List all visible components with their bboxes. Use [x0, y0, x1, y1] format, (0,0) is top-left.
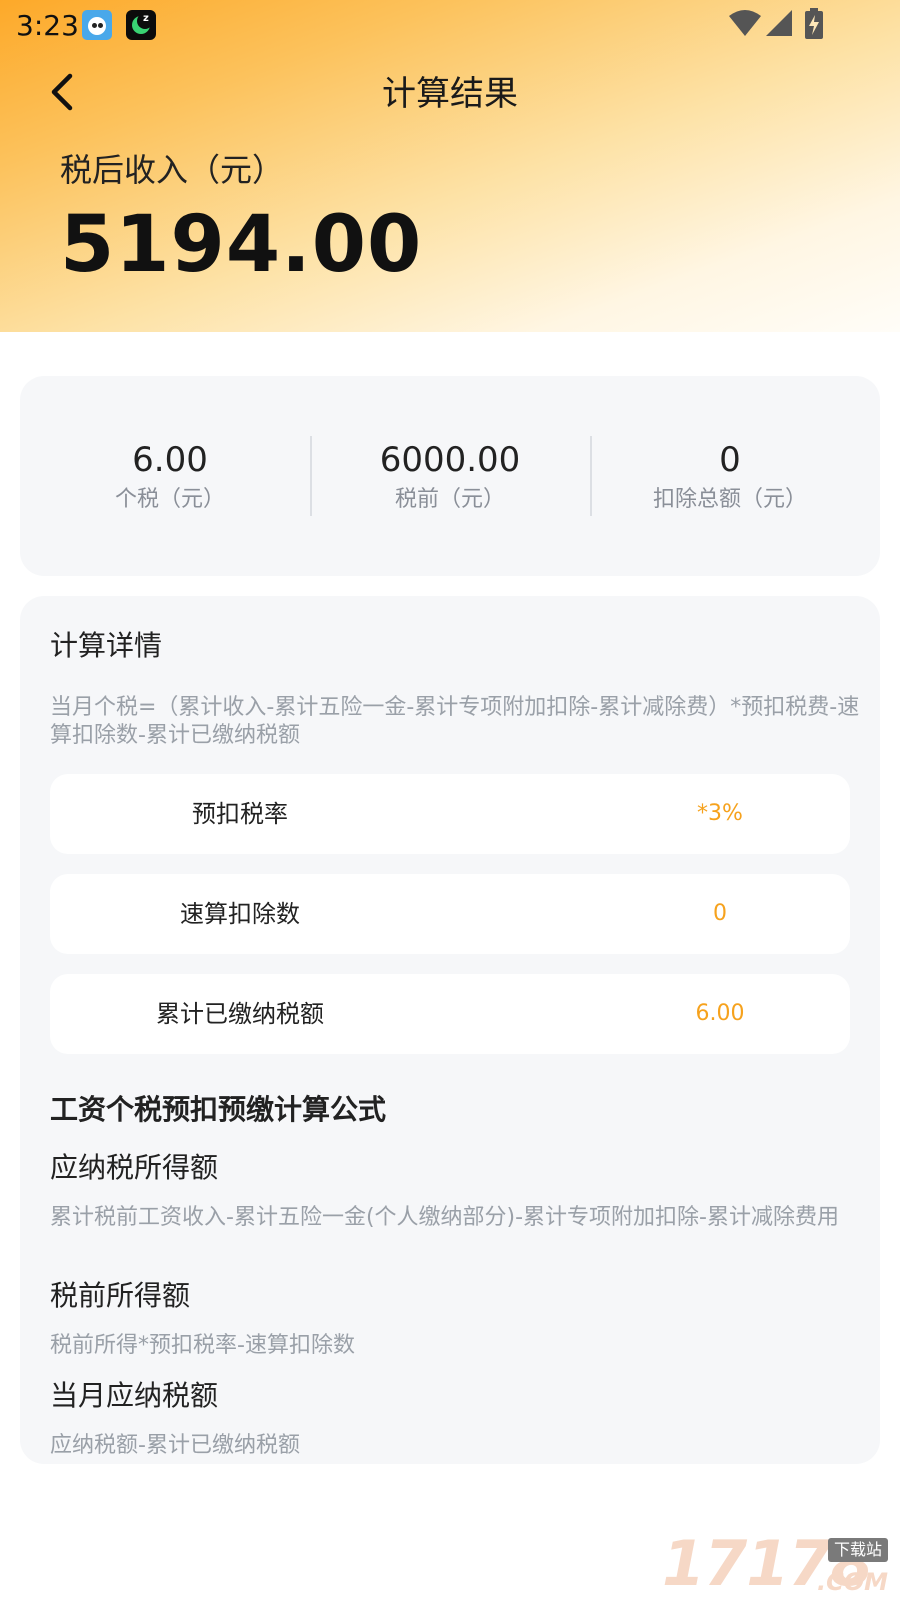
system-icons: [728, 8, 848, 40]
formula-item-title: 当月应纳税额: [50, 1379, 219, 1412]
details-title: 计算详情: [50, 629, 163, 662]
summary-tax-label: 个税（元）: [114, 487, 225, 512]
watermark-suffix: .COM: [816, 1568, 888, 1596]
page-title: 计算结果: [382, 74, 518, 114]
detail-row-value: *3%: [697, 801, 743, 826]
detail-row-label: 速算扣除数: [180, 900, 300, 928]
formula-section-title: 工资个税预扣预缴计算公式: [50, 1093, 387, 1126]
detail-row-quick-deduction: 速算扣除数 0: [50, 874, 850, 954]
after-tax-income-value: 5194.00: [60, 200, 423, 290]
summary-deduction: 0 扣除总额（元）: [590, 438, 870, 516]
site-watermark-logo: 17178 下载站 .COM: [662, 1532, 892, 1596]
detail-row-paid-tax: 累计已缴纳税额 6.00: [50, 974, 850, 1054]
formula-item-desc: 累计税前工资收入-累计五险一金(个人缴纳部分)-累计专项附加扣除-累计减除费用: [50, 1205, 839, 1230]
summary-card: 6.00 个税（元） 6000.00 税前（元） 0 扣除总额（元）: [20, 376, 880, 576]
summary-tax: 6.00 个税（元）: [30, 438, 310, 516]
status-time: 3:23: [16, 9, 79, 42]
details-card: 计算详情 当月个税=（累计收入-累计五险一金-累计专项附加扣除-累计减除费）*预…: [20, 596, 880, 1464]
detail-row-label: 累计已缴纳税额: [156, 1000, 324, 1028]
monthly-tax-formula: 当月个税=（累计收入-累计五险一金-累计专项附加扣除-累计减除费）*预扣税费-速…: [50, 695, 860, 748]
after-tax-income-label: 税后收入（元）: [60, 151, 285, 189]
sleep-app-icon: z: [126, 10, 156, 40]
summary-deduction-value: 0: [719, 440, 741, 480]
formula-item-desc: 应纳税额-累计已缴纳税额: [50, 1433, 300, 1458]
summary-pretax: 6000.00 税前（元）: [310, 438, 590, 516]
status-bar: 3:23 z: [0, 0, 900, 48]
detail-row-label: 预扣税率: [192, 800, 288, 828]
formula-item-desc: 税前所得*预扣税率-速算扣除数: [50, 1333, 355, 1358]
formula-item-title: 应纳税所得额: [50, 1151, 219, 1184]
summary-pretax-label: 税前（元）: [394, 487, 505, 512]
detail-row-withholding-rate: 预扣税率 *3%: [50, 774, 850, 854]
notification-app-icon: [82, 10, 112, 40]
summary-pretax-value: 6000.00: [379, 440, 521, 480]
summary-deduction-label: 扣除总额（元）: [652, 487, 807, 512]
signal-icon: [766, 10, 792, 36]
watermark-badge: 下载站: [827, 1538, 888, 1562]
summary-tax-value: 6.00: [132, 440, 208, 480]
formula-item-title: 税前所得额: [50, 1279, 191, 1312]
detail-row-value: 0: [713, 901, 727, 926]
detail-row-value: 6.00: [695, 1001, 745, 1026]
battery-charging-icon: [805, 8, 823, 39]
wifi-icon: [729, 10, 761, 36]
